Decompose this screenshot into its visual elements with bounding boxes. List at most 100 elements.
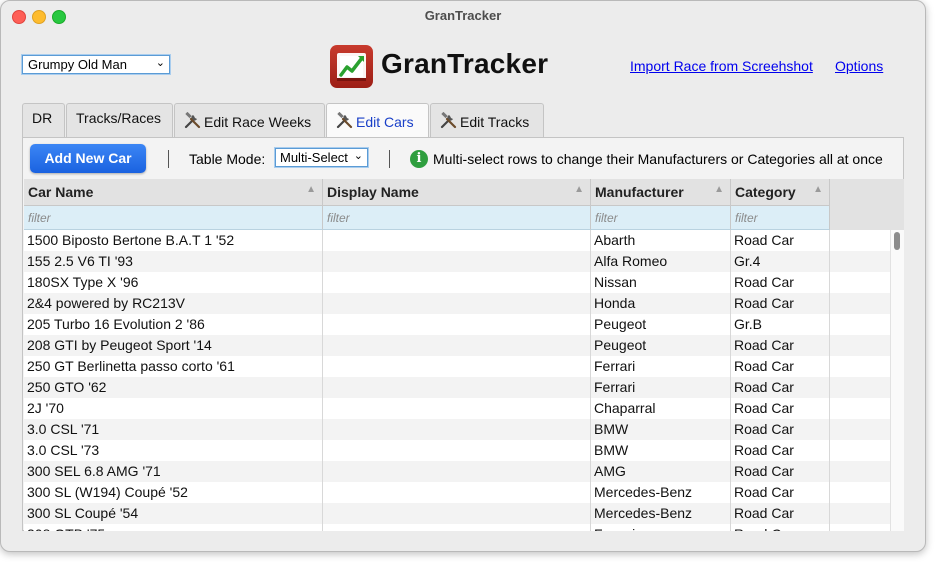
user-select[interactable]: Grumpy Old Man ⌄ <box>22 55 170 74</box>
cell-manufacturer[interactable]: Mercedes-Benz <box>591 503 731 524</box>
cell-car-name[interactable]: 155 2.5 V6 TI '93 <box>24 251 323 272</box>
cell-category[interactable]: Road Car <box>731 503 830 524</box>
cell-category[interactable]: Road Car <box>731 419 830 440</box>
table-row[interactable]: 308 GTB '75 FerrariRoad Car <box>24 524 890 531</box>
cell-display-name[interactable] <box>323 314 591 335</box>
tab-edit-race-weeks[interactable]: Edit Race Weeks <box>174 103 325 137</box>
cell-category[interactable]: Road Car <box>731 272 830 293</box>
filter-display-name[interactable]: filter <box>323 206 591 230</box>
cell-display-name[interactable] <box>323 335 591 356</box>
cell-category[interactable]: Road Car <box>731 230 830 251</box>
import-race-link[interactable]: Import Race from Screehshot <box>630 58 813 74</box>
vertical-scrollbar[interactable] <box>890 230 904 531</box>
cell-manufacturer[interactable]: BMW <box>591 440 731 461</box>
tools-icon <box>184 111 201 132</box>
column-header-display-name[interactable]: Display Name ▲ <box>323 179 591 206</box>
cell-display-name[interactable] <box>323 356 591 377</box>
cell-manufacturer[interactable]: BMW <box>591 419 731 440</box>
cell-display-name[interactable] <box>323 503 591 524</box>
column-header-category[interactable]: Category ▲ <box>731 179 830 206</box>
scrollbar-thumb[interactable] <box>894 232 900 250</box>
cell-car-name[interactable]: 300 SEL 6.8 AMG '71 <box>24 461 323 482</box>
chevron-down-icon: ⌄ <box>155 57 165 69</box>
table-row[interactable]: 300 SEL 6.8 AMG '71 AMG Road Car <box>24 461 890 482</box>
cell-car-name[interactable]: 3.0 CSL '71 <box>24 419 323 440</box>
cell-display-name[interactable] <box>323 482 591 503</box>
table-mode-select[interactable]: Multi-Select ⌄ <box>275 148 368 167</box>
cell-manufacturer[interactable]: Ferrari <box>591 356 731 377</box>
cell-manufacturer[interactable]: Honda <box>591 293 731 314</box>
tab-dr[interactable]: DR <box>22 103 65 137</box>
cell-car-name[interactable]: 2&4 powered by RC213V <box>24 293 323 314</box>
table-row[interactable]: 1500 Biposto Bertone B.A.T 1 '52 Abarth Ro… <box>24 230 890 251</box>
column-title: Car Name <box>28 184 94 200</box>
table-row[interactable]: 3.0 CSL '71 BMW Road Car <box>24 419 890 440</box>
table-row[interactable]: 208 GTI by Peugeot Sport '14 Peugeot Road … <box>24 335 890 356</box>
tab-edit-cars[interactable]: Edit Cars <box>326 103 429 139</box>
cell-display-name[interactable] <box>323 272 591 293</box>
cell-category[interactable]: Road Car <box>731 293 830 314</box>
cell-car-name[interactable]: 3.0 CSL '73 <box>24 440 323 461</box>
cell-car-name[interactable]: 2J '70 <box>24 398 323 419</box>
cell-display-name[interactable] <box>323 377 591 398</box>
cell-manufacturer[interactable]: Ferrari <box>591 377 731 398</box>
cell-display-name[interactable] <box>323 251 591 272</box>
cell-display-name[interactable] <box>323 461 591 482</box>
cell-car-name[interactable]: 250 GTO '62 <box>24 377 323 398</box>
column-header-car-name[interactable]: Car Name ▲ <box>24 179 323 206</box>
cell-category[interactable]: Gr.B <box>731 314 830 335</box>
cell-car-name[interactable]: 1500 Biposto Bertone B.A.T 1 '52 <box>24 230 323 251</box>
cell-category[interactable]: Road Car <box>731 440 830 461</box>
cell-display-name[interactable] <box>323 524 591 531</box>
tab-edit-tracks[interactable]: Edit Tracks <box>430 103 544 137</box>
cell-display-name[interactable] <box>323 440 591 461</box>
add-new-car-button[interactable]: Add New Car <box>30 144 146 173</box>
table-mode-value: Multi-Select <box>280 150 348 165</box>
cell-display-name[interactable] <box>323 398 591 419</box>
cell-category[interactable]: Road Car <box>731 356 830 377</box>
filter-category[interactable]: filter <box>731 206 830 230</box>
table-row[interactable]: 205 Turbo 16 Evolution 2 '86 Peugeot Gr.B <box>24 314 890 335</box>
cell-manufacturer[interactable]: Mercedes-Benz <box>591 482 731 503</box>
table-row[interactable]: 250 GT Berlinetta passo corto '61 Ferrari… <box>24 356 890 377</box>
cell-manufacturer[interactable]: Ferrari <box>591 524 731 531</box>
table-row[interactable]: 180SX Type X '96 Nissan Road Car <box>24 272 890 293</box>
cell-category[interactable]: Road Car <box>731 461 830 482</box>
cell-manufacturer[interactable]: Peugeot <box>591 314 731 335</box>
cell-manufacturer[interactable]: Peugeot <box>591 335 731 356</box>
table-row[interactable]: 155 2.5 V6 TI '93 Alfa Romeo Gr.4 <box>24 251 890 272</box>
cell-car-name[interactable]: 250 GT Berlinetta passo corto '61 <box>24 356 323 377</box>
cell-manufacturer[interactable]: Nissan <box>591 272 731 293</box>
options-link[interactable]: Options <box>835 58 883 74</box>
cell-category[interactable]: Road Car <box>731 482 830 503</box>
cell-category[interactable]: Gr.4 <box>731 251 830 272</box>
tab-tracks-races[interactable]: Tracks/Races <box>66 103 173 137</box>
table-row[interactable]: 3.0 CSL '73 BMW Road Car <box>24 440 890 461</box>
table-row[interactable]: 300 SL (W194) Coupé '52 Mercedes-Benz Road… <box>24 482 890 503</box>
cell-car-name[interactable]: 300 SL Coupé '54 <box>24 503 323 524</box>
cell-display-name[interactable] <box>323 230 591 251</box>
cell-car-name[interactable]: 208 GTI by Peugeot Sport '14 <box>24 335 323 356</box>
cell-manufacturer[interactable]: AMG <box>591 461 731 482</box>
cell-category[interactable]: Road Car <box>731 335 830 356</box>
cell-car-name[interactable]: 205 Turbo 16 Evolution 2 '86 <box>24 314 323 335</box>
cell-display-name[interactable] <box>323 419 591 440</box>
cell-car-name[interactable]: 300 SL (W194) Coupé '52 <box>24 482 323 503</box>
sort-arrow-icon: ▲ <box>574 184 584 195</box>
table-row[interactable]: 300 SL Coupé '54 Mercedes-Benz Road Car <box>24 503 890 524</box>
cell-manufacturer[interactable]: Alfa Romeo <box>591 251 731 272</box>
table-row[interactable]: 2&4 powered by RC213V Honda Road Car <box>24 293 890 314</box>
cell-car-name[interactable]: 308 GTB '75 <box>24 524 323 531</box>
column-header-manufacturer[interactable]: Manufacturer ▲ <box>591 179 731 206</box>
cell-display-name[interactable] <box>323 293 591 314</box>
cell-manufacturer[interactable]: Abarth <box>591 230 731 251</box>
filter-manufacturer[interactable]: filter <box>591 206 731 230</box>
table-row[interactable]: 250 GTO '62 Ferrari Road Car <box>24 377 890 398</box>
cell-manufacturer[interactable]: Chaparral <box>591 398 731 419</box>
cell-car-name[interactable]: 180SX Type X '96 <box>24 272 323 293</box>
cell-category[interactable]: Road Car <box>731 377 830 398</box>
filter-car-name[interactable]: filter <box>24 206 323 230</box>
cell-category[interactable]: Road Car <box>731 398 830 419</box>
cell-category[interactable]: Road Car <box>731 524 830 531</box>
table-row[interactable]: 2J '70 Chaparral Road Car <box>24 398 890 419</box>
